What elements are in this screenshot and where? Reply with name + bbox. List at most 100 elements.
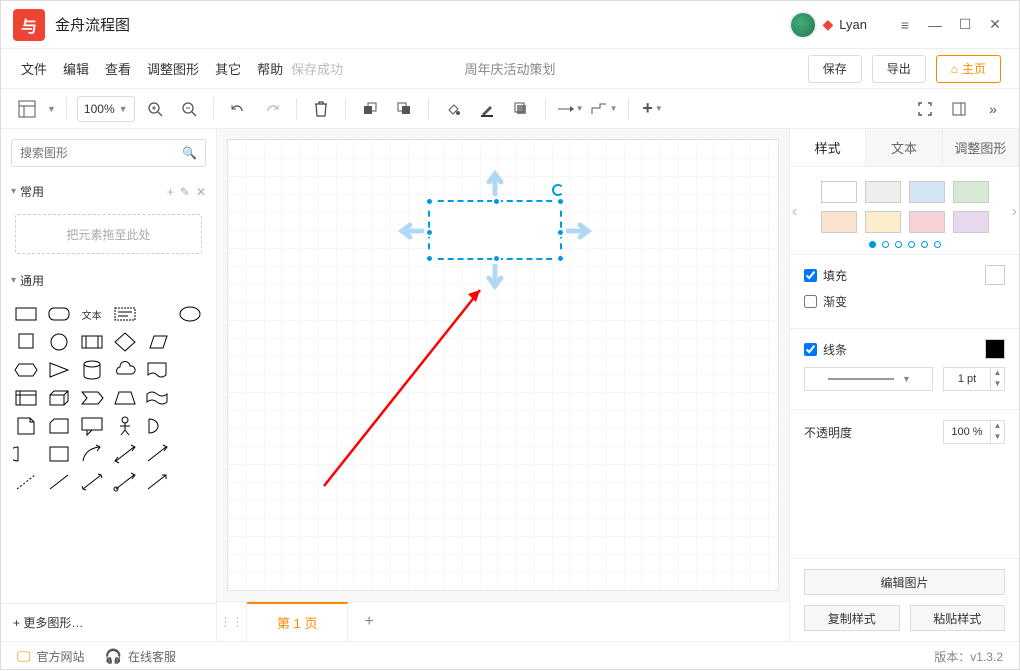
shape-roundrect[interactable] [44, 301, 74, 327]
opacity-spinner[interactable]: 100 %▲▼ [943, 420, 1005, 444]
undo-icon[interactable] [224, 95, 252, 123]
fill-color-icon[interactable] [439, 95, 467, 123]
shape-circle[interactable] [44, 329, 74, 355]
official-website-link[interactable]: 🖵官方网站 [17, 648, 85, 665]
shape-search[interactable]: 🔍 [11, 139, 206, 167]
shape-cube[interactable] [44, 385, 74, 411]
edit-image-button[interactable]: 编辑图片 [804, 569, 1005, 595]
collapse-arrow-icon[interactable]: ▾ [11, 186, 16, 197]
close-button[interactable]: ✕ [983, 13, 1007, 37]
menu-other[interactable]: 其它 [213, 55, 243, 82]
shape-halfcircle[interactable] [142, 413, 172, 439]
shape-diamond[interactable] [110, 329, 140, 355]
spin-up-icon[interactable]: ▲ [991, 368, 1004, 379]
shape-thin-arrow[interactable] [142, 469, 172, 495]
menu-adjust[interactable]: 调整图形 [145, 55, 201, 82]
resize-handle-w[interactable] [425, 228, 434, 237]
favorites-drop-area[interactable]: 把元素拖至此处 [15, 214, 202, 254]
rotate-handle[interactable] [552, 184, 564, 196]
palette-swatch[interactable] [953, 181, 989, 203]
shape-callout[interactable] [77, 413, 107, 439]
resize-handle-se[interactable] [556, 254, 565, 263]
line-weight-spinner[interactable]: 1 pt▲▼ [943, 367, 1005, 391]
resize-handle-e[interactable] [556, 228, 565, 237]
menu-help[interactable]: 帮助 [255, 55, 285, 82]
remove-favorite-icon[interactable]: ✕ [196, 185, 206, 199]
palette-pager[interactable] [800, 241, 1009, 248]
paste-style-button[interactable]: 粘贴样式 [910, 605, 1006, 631]
shape-trapezoid[interactable] [110, 385, 140, 411]
shadow-icon[interactable] [507, 95, 535, 123]
menu-more-icon[interactable]: ≡ [893, 13, 917, 37]
spin-down-icon[interactable]: ▼ [991, 379, 1004, 390]
fill-color-chip[interactable] [985, 265, 1005, 285]
fill-checkbox[interactable] [804, 269, 817, 282]
tab-adjust[interactable]: 调整图形 [943, 129, 1019, 166]
collapse-icon[interactable]: » [979, 95, 1007, 123]
shape-actor[interactable] [110, 413, 140, 439]
avatar[interactable] [789, 11, 817, 39]
minimize-button[interactable]: — [923, 13, 947, 37]
shape-card[interactable] [44, 413, 74, 439]
delete-icon[interactable] [307, 95, 335, 123]
shape-internal-storage[interactable] [11, 385, 41, 411]
username[interactable]: Lyan [839, 17, 867, 32]
palette-next-icon[interactable]: › [1012, 203, 1017, 221]
spin-down-icon[interactable]: ▼ [991, 432, 1004, 443]
shape-cylinder[interactable] [77, 357, 107, 383]
line-color-chip[interactable] [985, 339, 1005, 359]
shape-ellipse[interactable] [175, 301, 205, 327]
selected-shape[interactable] [428, 200, 562, 260]
zoom-out-icon[interactable] [175, 95, 203, 123]
shape-curve1[interactable] [77, 441, 107, 467]
palette-swatch[interactable] [865, 211, 901, 233]
add-icon[interactable]: +▼ [639, 95, 667, 123]
search-icon[interactable]: 🔍 [182, 146, 197, 160]
search-input[interactable] [20, 146, 182, 160]
more-shapes-button[interactable]: + 更多图形… [1, 603, 216, 641]
zoom-select[interactable]: 100%▼ [77, 96, 135, 122]
menu-view[interactable]: 查看 [103, 55, 133, 82]
zoom-in-icon[interactable] [141, 95, 169, 123]
page-tab-1[interactable]: 第 1 页 [247, 602, 348, 641]
add-favorite-icon[interactable]: + [167, 185, 174, 199]
shape-cloud[interactable] [110, 357, 140, 383]
connector-ortho-icon[interactable]: ▼ [590, 95, 618, 123]
resize-handle-sw[interactable] [425, 254, 434, 263]
palette-swatch[interactable] [953, 211, 989, 233]
edit-favorite-icon[interactable]: ✎ [180, 185, 190, 199]
canvas[interactable] [227, 139, 779, 591]
menu-file[interactable]: 文件 [19, 55, 49, 82]
tab-style[interactable]: 样式 [790, 129, 866, 166]
gradient-checkbox[interactable] [804, 295, 817, 308]
shape-process[interactable] [77, 329, 107, 355]
shape-textbox[interactable] [110, 301, 140, 327]
shape-step[interactable] [77, 385, 107, 411]
shape-dline[interactable] [11, 469, 41, 495]
menu-edit[interactable]: 编辑 [61, 55, 91, 82]
shape-document[interactable] [142, 357, 172, 383]
save-button[interactable]: 保存 [808, 55, 862, 83]
palette-swatch[interactable] [909, 211, 945, 233]
line-checkbox[interactable] [804, 343, 817, 356]
page-grip-icon[interactable]: ⋮⋮ [217, 602, 247, 641]
resize-handle-nw[interactable] [425, 197, 434, 206]
tab-text[interactable]: 文本 [866, 129, 942, 166]
fullscreen-icon[interactable] [911, 95, 939, 123]
resize-handle-n[interactable] [492, 197, 501, 206]
line-style-select[interactable]: ▼ [804, 367, 933, 391]
shape-rect[interactable] [11, 301, 41, 327]
redo-icon[interactable] [258, 95, 286, 123]
format-panel-icon[interactable] [945, 95, 973, 123]
direction-arrow-right[interactable] [566, 222, 592, 240]
shape-tape[interactable] [142, 385, 172, 411]
shape-biarrow[interactable] [110, 441, 140, 467]
palette-swatch[interactable] [821, 181, 857, 203]
resize-handle-ne[interactable] [556, 197, 565, 206]
shape-triangle[interactable] [44, 357, 74, 383]
collapse-arrow-icon[interactable]: ▾ [11, 275, 16, 286]
send-back-icon[interactable] [390, 95, 418, 123]
resize-handle-s[interactable] [492, 254, 501, 263]
shape-note[interactable] [11, 413, 41, 439]
shape-biline[interactable] [77, 469, 107, 495]
